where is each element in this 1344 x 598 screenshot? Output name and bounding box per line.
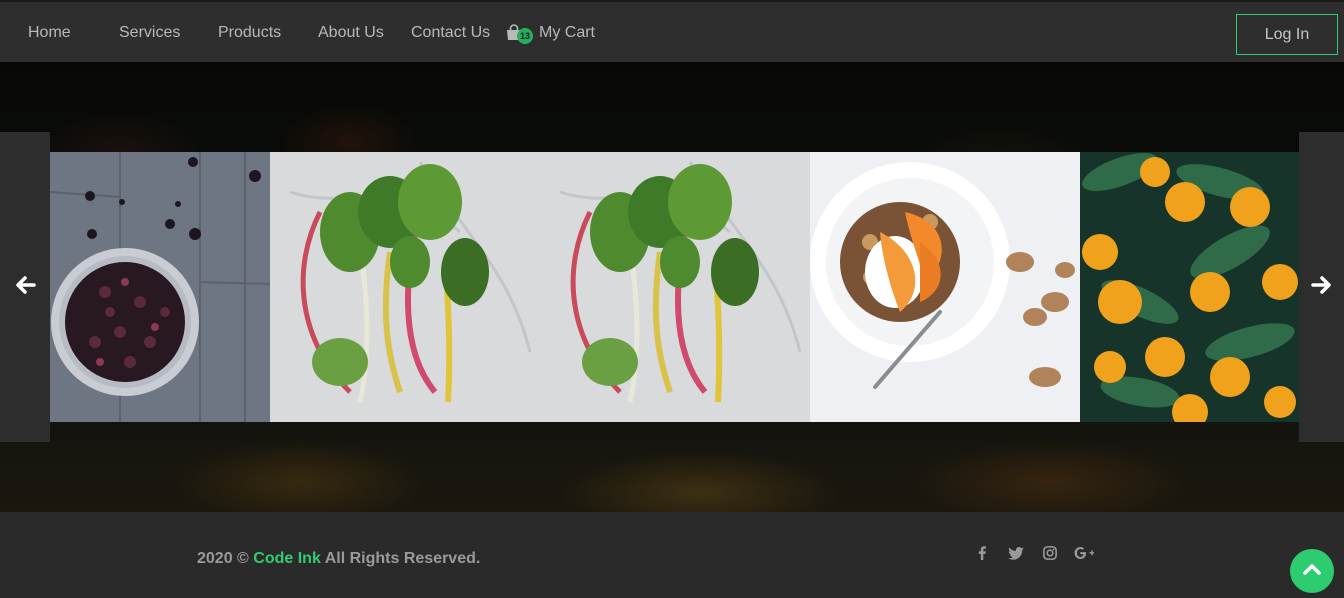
facebook-icon[interactable] bbox=[972, 544, 992, 562]
copyright-year: 2020 © bbox=[197, 550, 249, 567]
shopping-bag-icon: 13 bbox=[505, 24, 533, 44]
twitter-icon[interactable] bbox=[1006, 544, 1026, 562]
cart-count-badge: 13 bbox=[517, 28, 533, 44]
nav-home[interactable]: Home bbox=[28, 23, 71, 43]
hero-section bbox=[0, 62, 1344, 512]
carousel-image-chard[interactable] bbox=[270, 152, 540, 422]
nav-contact-us[interactable]: Contact Us bbox=[411, 23, 490, 43]
chevron-up-icon bbox=[1303, 562, 1321, 580]
product-carousel bbox=[50, 152, 1299, 422]
copyright-text: 2020 © Code Ink All Rights Reserved. bbox=[197, 550, 480, 568]
cart-label: My Cart bbox=[539, 24, 595, 41]
rights-text: All Rights Reserved. bbox=[324, 550, 481, 567]
nav-services[interactable]: Services bbox=[119, 23, 180, 43]
login-button[interactable]: Log In bbox=[1236, 14, 1338, 55]
arrow-left-icon bbox=[14, 274, 36, 301]
carousel-image-granola-bowl[interactable] bbox=[810, 152, 1080, 422]
carousel-image-berries[interactable] bbox=[50, 152, 270, 422]
slider-prev-button[interactable] bbox=[0, 132, 50, 442]
carousel-image-chard-2[interactable] bbox=[540, 152, 810, 422]
nav-products[interactable]: Products bbox=[218, 23, 281, 43]
arrow-right-icon bbox=[1310, 274, 1333, 301]
slider-next-button[interactable] bbox=[1299, 132, 1344, 442]
social-links bbox=[972, 544, 1094, 562]
nav-about-us[interactable]: About Us bbox=[318, 23, 384, 43]
carousel-image-oranges[interactable] bbox=[1080, 152, 1299, 422]
brand-link[interactable]: Code Ink bbox=[253, 550, 321, 567]
top-navbar: Home Services Products About Us Contact … bbox=[0, 0, 1344, 62]
google-plus-icon[interactable] bbox=[1074, 544, 1094, 562]
back-to-top-button[interactable] bbox=[1290, 549, 1334, 593]
my-cart-link[interactable]: 13 My Cart bbox=[505, 23, 595, 44]
instagram-icon[interactable] bbox=[1040, 544, 1060, 562]
site-footer: 2020 © Code Ink All Rights Reserved. bbox=[0, 512, 1344, 598]
